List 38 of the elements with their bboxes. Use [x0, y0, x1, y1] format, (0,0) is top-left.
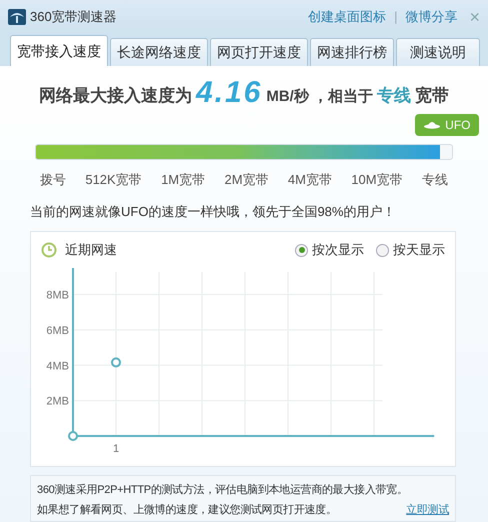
scale-label: 10M宽带	[351, 171, 403, 189]
result-label: 网络最大接入速度为	[38, 84, 192, 106]
scale-label: 拨号	[40, 171, 66, 189]
x-tick-label: 1	[112, 443, 120, 455]
app-logo-icon	[8, 9, 26, 25]
ufo-icon	[423, 120, 442, 130]
tab[interactable]: 宽带接入速度	[10, 35, 108, 66]
y-tick-label: 6MB	[46, 324, 69, 337]
y-tick-label: 2MB	[46, 396, 69, 408]
speed-value: 4.16	[196, 78, 262, 108]
data-point	[111, 357, 121, 368]
y-tick-label: 4MB	[46, 360, 69, 372]
chart-title: 近期网速	[65, 241, 117, 260]
window-title: 360宽带测速器	[30, 8, 117, 26]
scale-label: 专线	[422, 171, 448, 189]
scale-label: 1M宽带	[161, 171, 206, 189]
separator: |	[393, 8, 398, 26]
scale-label: 512K宽带	[85, 171, 142, 189]
speed-unit: MB/秒 ，相当于	[266, 86, 374, 106]
tab[interactable]: 长途网络速度	[110, 38, 208, 66]
tab[interactable]: 网页打开速度	[210, 38, 308, 66]
tab[interactable]: 测速说明	[396, 38, 480, 66]
radio-button[interactable]	[295, 244, 308, 256]
test-now-link[interactable]: 立即测试	[406, 500, 449, 520]
speed-grade: 专线	[377, 84, 412, 106]
scale-label: 4M宽带	[288, 171, 332, 189]
tab[interactable]: 网速排行榜	[310, 38, 394, 66]
clock-icon	[41, 242, 57, 258]
result-suffix: 宽带	[415, 84, 450, 106]
badge-label: UFO	[445, 117, 470, 134]
note-text: 如果想了解看网页、上微博的速度，建议您测试网页打开速度。	[37, 502, 337, 518]
speed-comment: 当前的网速就像UFO的速度一样快哦，领先于全国98%的用户！	[30, 202, 396, 220]
radio-button[interactable]	[376, 244, 389, 256]
radio-label: 按次显示	[312, 241, 364, 260]
note-text: 360测速采用P2P+HTTP的测试方法，评估电脑到本地运营商的最大接入带宽。	[37, 482, 409, 498]
scale-label: 2M宽带	[224, 171, 269, 189]
radio-label: 按天显示	[393, 241, 445, 260]
y-tick-label: 8MB	[46, 290, 69, 302]
